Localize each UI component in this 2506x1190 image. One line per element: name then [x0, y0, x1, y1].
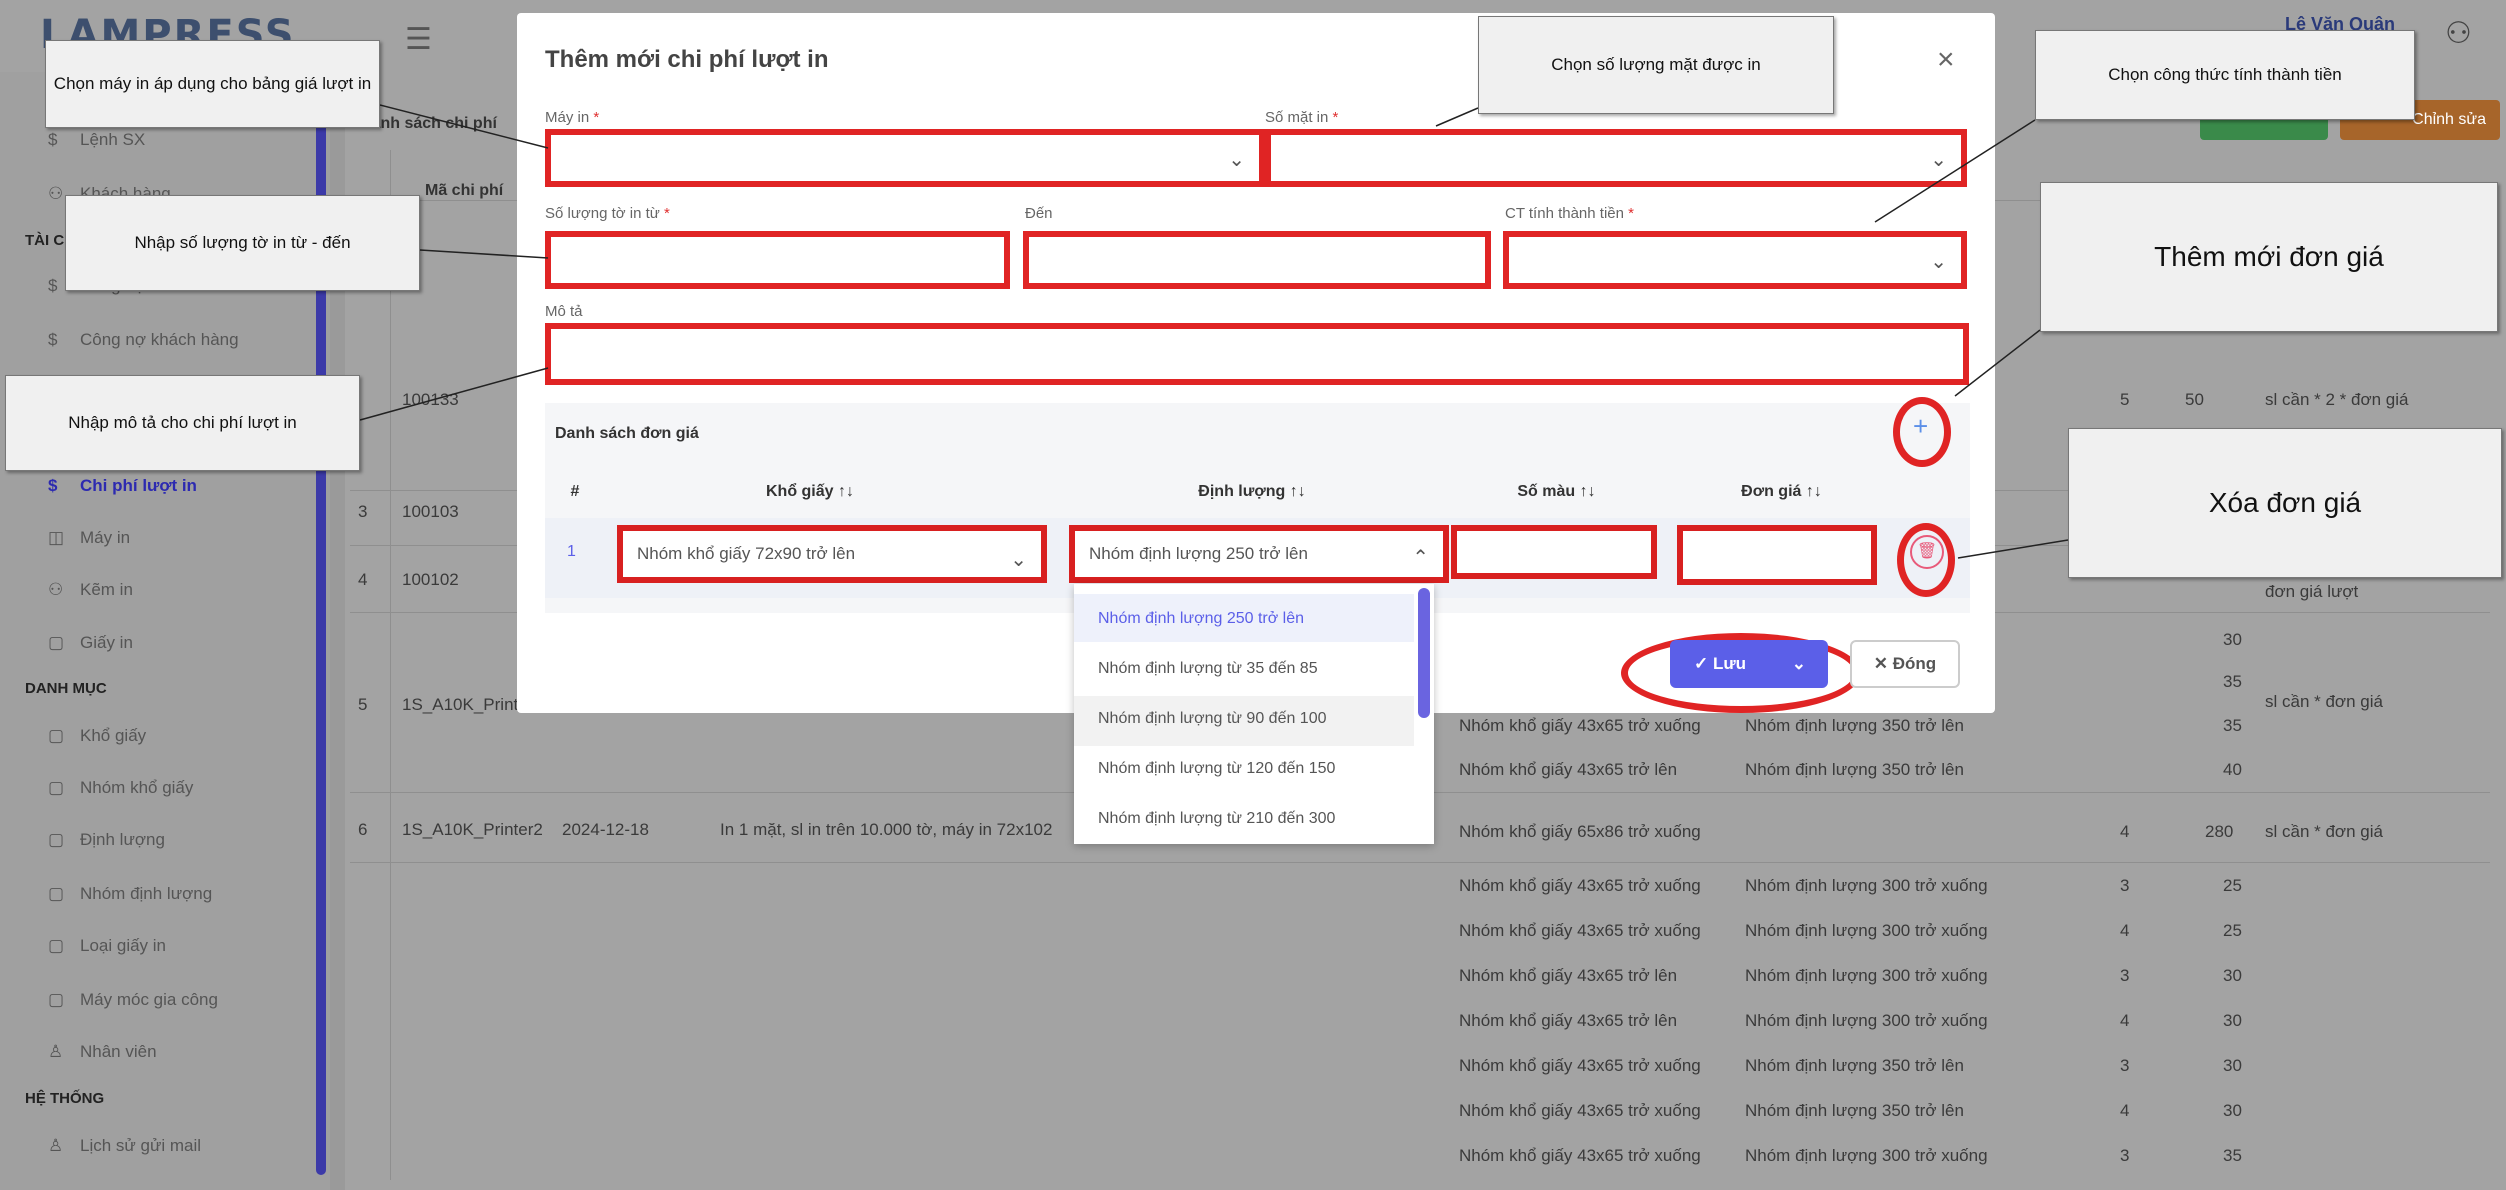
- callout-line-desc: [359, 367, 549, 421]
- callout-line-printer: [379, 104, 549, 149]
- callout-formula: Chọn công thức tính thành tiền: [2035, 30, 2415, 120]
- callout-line-qty: [419, 249, 549, 259]
- callout-line-formula: [1874, 119, 2036, 223]
- callout-sides: Chọn số lượng mặt được in: [1478, 16, 1834, 114]
- callout-delete-price: Xóa đơn giá: [2068, 428, 2502, 578]
- callout-line-delete: [1957, 539, 2069, 559]
- callout-add-price: Thêm mới đơn giá: [2040, 182, 2498, 332]
- callout-printer: Chọn máy in áp dụng cho bảng giá lượt in: [45, 40, 380, 128]
- callout-lines: [359, 104, 2069, 559]
- callout-desc: Nhập mô tả cho chi phí lượt in: [5, 375, 360, 471]
- callout-qty: Nhập số lượng tờ in từ - đến: [65, 195, 420, 291]
- callout-line-sides: [1435, 107, 1479, 127]
- callout-line-add: [1954, 329, 2041, 397]
